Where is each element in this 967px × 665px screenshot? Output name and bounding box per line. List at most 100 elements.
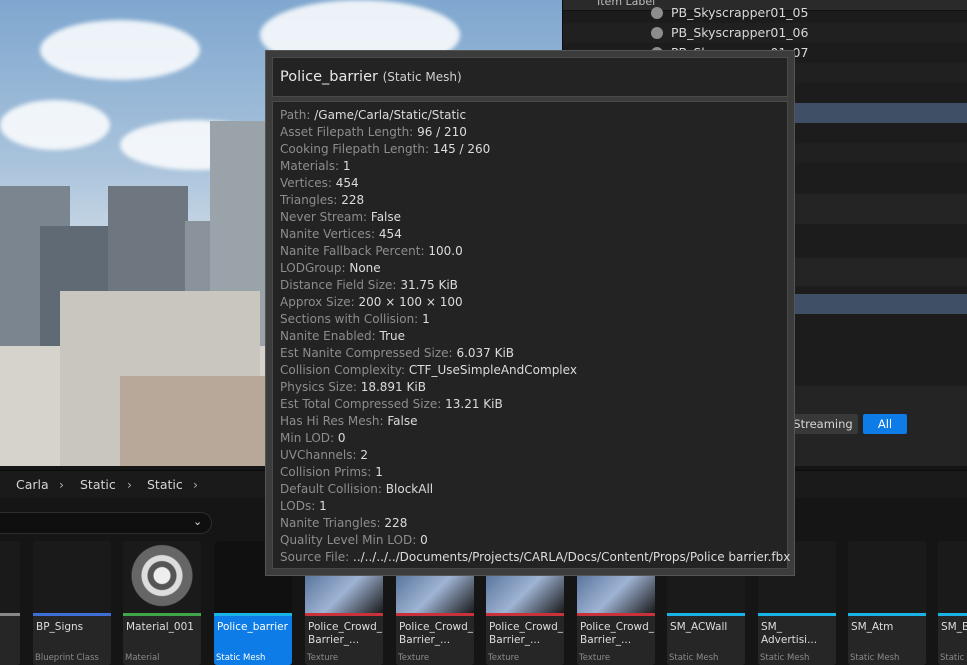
tooltip-property: Triangles: 228 bbox=[280, 192, 364, 209]
asset-tile[interactable]: Material_001 Material bbox=[123, 541, 201, 665]
property-value: 454 bbox=[335, 176, 359, 190]
outliner-row[interactable]: PB_Skyscrapper01_05 bbox=[563, 3, 967, 23]
asset-thumbnail bbox=[938, 541, 967, 613]
breadcrumb-static-2[interactable]: Static bbox=[147, 471, 183, 499]
asset-type-bar bbox=[214, 613, 292, 616]
asset-tile[interactable]: SM_B Static Mesh bbox=[938, 541, 967, 665]
asset-name: Police_barrier bbox=[217, 621, 288, 633]
property-value: CTF_UseSimpleAndComplex bbox=[408, 363, 577, 377]
asset-type-bar bbox=[486, 613, 564, 616]
asset-name: SM_Atm bbox=[851, 621, 894, 633]
property-value: False bbox=[370, 210, 402, 224]
asset-type-bar bbox=[305, 613, 383, 616]
property-value: 18.891 KiB bbox=[360, 380, 426, 394]
asset-type-bar bbox=[123, 613, 201, 616]
property-key: Distance Field Size: bbox=[280, 278, 397, 292]
property-key: LODs: bbox=[280, 499, 316, 513]
property-key: Nanite Triangles: bbox=[280, 516, 381, 530]
outliner-row-label: PB_Skyscrapper01_06 bbox=[671, 25, 809, 40]
unreal-editor-window: Item Label PB_Skyscrapper01_05 PB_Skyscra… bbox=[0, 0, 967, 665]
tooltip-property: Physics Size: 18.891 KiB bbox=[280, 379, 426, 396]
tooltip-property: Nanite Enabled: True bbox=[280, 328, 405, 345]
tooltip-property: Source File: ../../../../Documents/Proje… bbox=[280, 549, 790, 566]
tooltip-property: UVChannels: 2 bbox=[280, 447, 368, 464]
tooltip-property: Cooking Filepath Length: 145 / 260 bbox=[280, 141, 490, 158]
asset-type: Texture bbox=[307, 653, 339, 663]
tooltip-property: Distance Field Size: 31.75 KiB bbox=[280, 277, 458, 294]
property-key: LODGroup: bbox=[280, 261, 346, 275]
property-value: True bbox=[379, 329, 406, 343]
property-key: Collision Prims: bbox=[280, 465, 372, 479]
tooltip-title: Police_barrier (Static Mesh) bbox=[280, 69, 462, 85]
tooltip-property: Default Collision: BlockAll bbox=[280, 481, 433, 498]
property-key: Never Stream: bbox=[280, 210, 368, 224]
tooltip-property: Sections with Collision: 1 bbox=[280, 311, 430, 328]
property-value: None bbox=[349, 261, 381, 275]
property-value: 200 × 100 × 100 bbox=[358, 295, 463, 309]
property-value: 0 bbox=[337, 431, 346, 445]
asset-name: Police_Crowd_ Barrier_... bbox=[308, 621, 383, 646]
breadcrumb-carla[interactable]: Carla bbox=[16, 471, 49, 499]
asset-type: Texture bbox=[488, 653, 520, 663]
property-value: 96 / 210 bbox=[417, 125, 467, 139]
property-value: 1 bbox=[375, 465, 383, 479]
property-value: 145 / 260 bbox=[432, 142, 491, 156]
tooltip-property: Est Nanite Compressed Size: 6.037 KiB bbox=[280, 345, 514, 362]
property-value: 2 bbox=[360, 448, 369, 462]
breadcrumb-static[interactable]: Static bbox=[80, 471, 116, 499]
property-key: Collision Complexity: bbox=[280, 363, 406, 377]
property-key: Est Total Compressed Size: bbox=[280, 397, 442, 411]
property-value: 100.0 bbox=[428, 244, 463, 258]
asset-name: Police_Crowd_ Barrier_... bbox=[580, 621, 655, 646]
filter-dropdown[interactable]: ⌄ bbox=[0, 512, 212, 534]
outliner-row-label: PB_Skyscrapper01_05 bbox=[671, 5, 809, 20]
property-key: Triangles: bbox=[280, 193, 338, 207]
cloud bbox=[40, 20, 200, 80]
property-key: Est Nanite Compressed Size: bbox=[280, 346, 453, 360]
tooltip-property: Never Stream: False bbox=[280, 209, 401, 226]
property-key: Nanite Vertices: bbox=[280, 227, 376, 241]
chevron-right-icon: › bbox=[193, 477, 198, 492]
property-value: 1 bbox=[319, 499, 327, 513]
all-button[interactable]: All bbox=[863, 414, 907, 434]
asset-type: Static Mesh bbox=[216, 653, 266, 663]
property-value: 6.037 KiB bbox=[456, 346, 515, 360]
property-key: Sections with Collision: bbox=[280, 312, 419, 326]
property-key: Approx Size: bbox=[280, 295, 355, 309]
tooltip-property: Min LOD: 0 bbox=[280, 430, 346, 447]
tooltip-property: LODs: 1 bbox=[280, 498, 327, 515]
asset-type-bar bbox=[0, 613, 20, 616]
tooltip-property: Nanite Triangles: 228 bbox=[280, 515, 407, 532]
outliner-row[interactable]: PB_Skyscrapper01_06 bbox=[563, 23, 967, 43]
asset-thumbnail bbox=[0, 541, 20, 613]
asset-name: Police_barrier bbox=[280, 69, 378, 85]
asset-name: SM_ACWall bbox=[670, 621, 728, 633]
property-key: Source File: bbox=[280, 550, 350, 564]
asset-tile[interactable]: SM_Atm Static Mesh bbox=[848, 541, 926, 665]
property-key: Physics Size: bbox=[280, 380, 357, 394]
tooltip-property: Approx Size: 200 × 100 × 100 bbox=[280, 294, 463, 311]
property-value: 1 bbox=[342, 159, 351, 173]
asset-tooltip: Police_barrier (Static Mesh) Path: /Game… bbox=[265, 50, 795, 576]
tooltip-property: Has Hi Res Mesh: False bbox=[280, 413, 417, 430]
property-key: Path: bbox=[280, 108, 311, 122]
tooltip-property: Collision Prims: 1 bbox=[280, 464, 383, 481]
asset-type-bar bbox=[667, 613, 745, 616]
property-value: 1 bbox=[422, 312, 430, 326]
asset-tile[interactable]: 5 bbox=[0, 541, 20, 665]
property-value: 31.75 KiB bbox=[400, 278, 458, 292]
streaming-button[interactable]: Streaming bbox=[788, 414, 858, 434]
asset-type-bar bbox=[938, 613, 967, 616]
asset-name: Police_Crowd_ Barrier_... bbox=[489, 621, 564, 646]
asset-type: Static Mesh bbox=[940, 653, 967, 663]
asset-type: Material bbox=[125, 653, 160, 663]
tooltip-property: Nanite Vertices: 454 bbox=[280, 226, 402, 243]
tooltip-properties: Path: /Game/Carla/Static/Static Asset Fil… bbox=[272, 101, 790, 569]
asset-tile[interactable]: BP_Signs Blueprint Class bbox=[33, 541, 111, 665]
property-key: Vertices: bbox=[280, 176, 332, 190]
property-key: UVChannels: bbox=[280, 448, 357, 462]
asset-type: Static Mesh bbox=[850, 653, 900, 663]
asset-type-bar bbox=[758, 613, 836, 616]
tooltip-property: Vertices: 454 bbox=[280, 175, 359, 192]
asset-type-bar bbox=[577, 613, 655, 616]
